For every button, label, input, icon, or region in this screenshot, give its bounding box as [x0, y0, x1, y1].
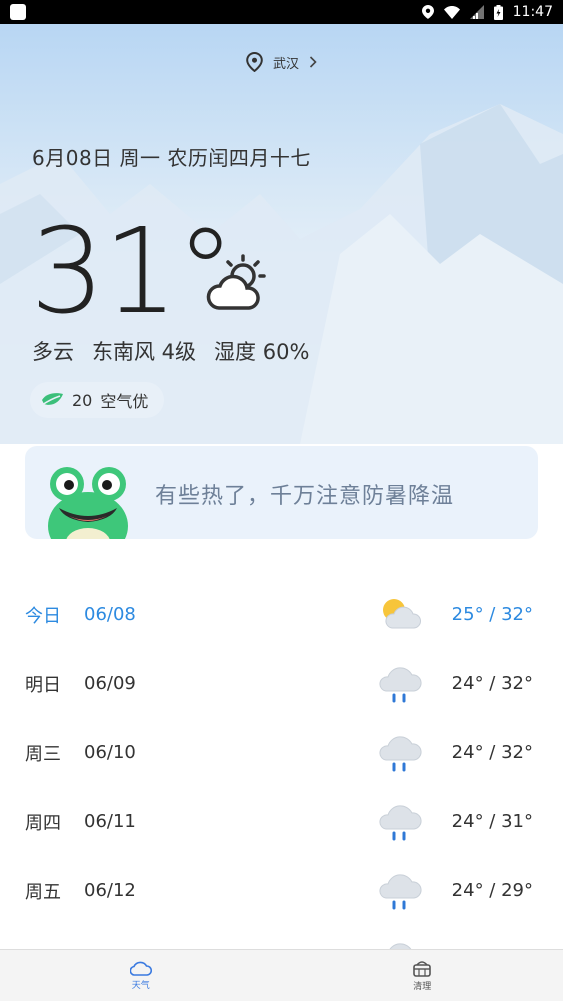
basket-icon — [412, 959, 432, 977]
forecast-date: 06/10 — [84, 742, 136, 763]
forecast-row[interactable]: 今日 06/08 25° / 32° — [0, 580, 563, 649]
partly-cloudy-icon — [203, 254, 271, 312]
forecast-temp: 24° / 32° — [452, 673, 533, 694]
date-line: 6月08日 周一 农历闰四月十七 — [32, 142, 311, 171]
forecast-temp: 24° / 32° — [452, 742, 533, 763]
rain-cloud-icon — [378, 732, 422, 776]
forecast-date: 06/09 — [84, 673, 136, 694]
rain-cloud-icon — [378, 663, 422, 707]
forecast-day: 周五 — [25, 878, 61, 904]
frog-mascot-icon — [45, 464, 131, 539]
forecast-temp: 24° / 29° — [452, 880, 533, 901]
air-quality-badge[interactable]: 20 空气优 — [30, 382, 164, 418]
aqi-value: 20 — [72, 391, 92, 410]
forecast-temp: 24° / 31° — [452, 811, 533, 832]
tip-text: 有些热了，千万注意防暑降温 — [155, 478, 454, 510]
tab-label: 天气 — [132, 978, 150, 991]
notification-icon — [10, 4, 26, 20]
location-pin-icon — [246, 52, 263, 72]
leaf-icon — [40, 392, 64, 408]
forecast-day: 今日 — [25, 602, 61, 628]
forecast-list: 今日 06/08 25° / 32° 明日 06/09 24° / 32° 周三… — [0, 580, 563, 994]
cloud-icon — [130, 960, 152, 976]
chevron-right-icon — [309, 56, 317, 68]
weather-conditions: 多云 东南风 4级 湿度 60% — [32, 336, 309, 366]
battery-icon — [494, 5, 503, 20]
rain-cloud-icon — [378, 870, 422, 914]
signal-icon — [470, 5, 484, 19]
forecast-day: 周三 — [25, 740, 61, 766]
forecast-row[interactable]: 周四 06/11 24° / 31° — [0, 787, 563, 856]
forecast-date: 06/11 — [84, 811, 136, 832]
forecast-temp: 25° / 32° — [452, 604, 533, 625]
forecast-day: 周四 — [25, 809, 61, 835]
forecast-date: 06/08 — [84, 604, 136, 625]
rain-cloud-icon — [378, 801, 422, 845]
tab-weather[interactable]: 天气 — [0, 950, 282, 1001]
clock: 11:47 — [513, 4, 553, 20]
aqi-label: 空气优 — [100, 388, 148, 412]
forecast-row[interactable]: 周三 06/10 24° / 32° — [0, 718, 563, 787]
forecast-row[interactable]: 周五 06/12 24° / 29° — [0, 856, 563, 925]
wifi-icon — [444, 6, 460, 19]
weather-tip-card: 有些热了，千万注意防暑降温 — [25, 446, 538, 539]
tab-label: 清理 — [413, 979, 431, 992]
wind-text: 东南风 4级 — [92, 336, 196, 366]
forecast-row[interactable]: 明日 06/09 24° / 32° — [0, 649, 563, 718]
condition-text: 多云 — [32, 336, 74, 366]
humidity-text: 湿度 60% — [214, 336, 309, 366]
bottom-tab-bar: 天气 清理 — [0, 949, 563, 1001]
location-status-icon — [422, 5, 434, 19]
forecast-day: 明日 — [25, 671, 61, 697]
city-name: 武汉 — [273, 53, 299, 72]
location-selector[interactable]: 武汉 — [0, 52, 563, 72]
tab-cleanup[interactable]: 清理 — [282, 950, 563, 1001]
status-bar: 11:47 — [0, 0, 563, 24]
partly-cloudy-icon — [378, 594, 422, 634]
forecast-date: 06/12 — [84, 880, 136, 901]
